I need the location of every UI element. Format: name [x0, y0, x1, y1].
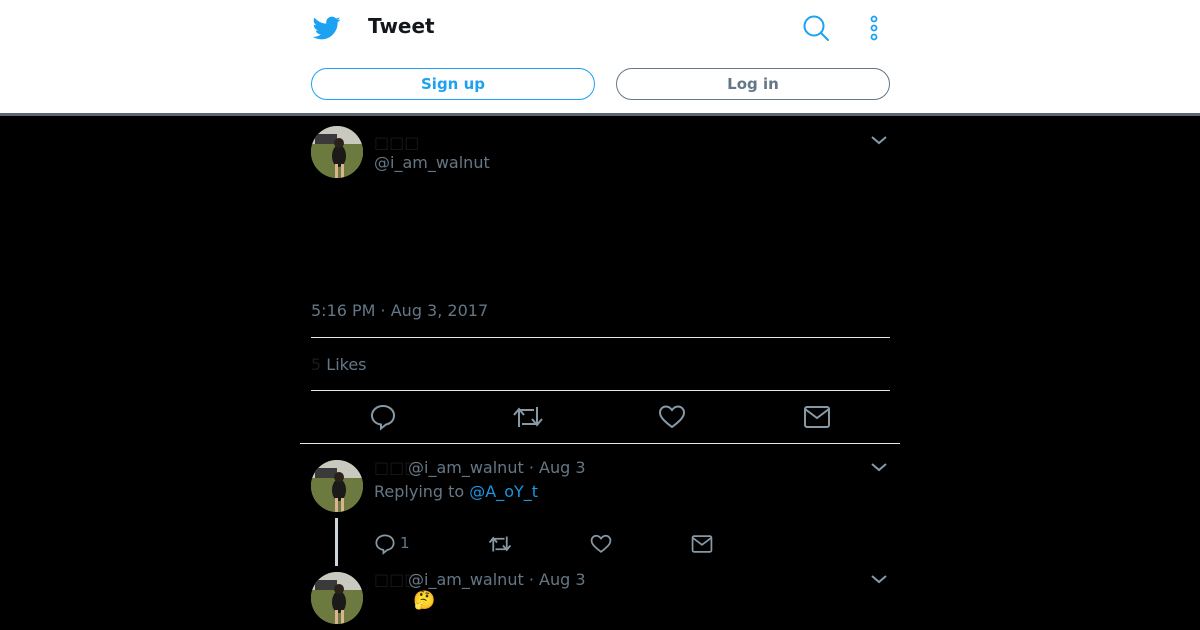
replying-prefix: Replying to: [374, 482, 465, 501]
retweet-icon[interactable]: [488, 533, 512, 555]
chevron-down-icon[interactable]: [870, 134, 888, 146]
page-title: Tweet: [368, 14, 435, 38]
replying-to: Replying to @A_oY_t: [374, 482, 538, 501]
like-icon[interactable]: [658, 403, 686, 431]
header-divider: [0, 113, 1200, 116]
likes-count[interactable]: 5 Likes: [311, 355, 367, 374]
avatar[interactable]: [311, 460, 363, 512]
search-icon[interactable]: [802, 14, 830, 42]
tweet-author-handle[interactable]: @i_am_walnut: [374, 153, 490, 172]
avatar[interactable]: [311, 572, 363, 624]
retweet-icon[interactable]: [512, 403, 544, 431]
twitter-bird-icon[interactable]: [313, 14, 341, 42]
likes-label: Likes: [326, 355, 367, 374]
avatar[interactable]: [311, 126, 363, 178]
avatar-image: [311, 126, 363, 178]
section-divider: [300, 443, 900, 444]
reply-icon[interactable]: [369, 403, 397, 431]
tweet-author-name[interactable]: □□□: [374, 133, 419, 152]
avatar-image: [311, 460, 363, 512]
thread-connector: [335, 518, 338, 566]
likes-number: 5: [311, 355, 322, 374]
message-icon[interactable]: [803, 403, 831, 431]
chevron-down-icon[interactable]: [870, 461, 888, 473]
chevron-down-icon[interactable]: [870, 573, 888, 585]
divider: [311, 337, 890, 338]
reply-date[interactable]: · Aug 3: [529, 458, 586, 477]
reply-author-handle[interactable]: @i_am_walnut · Aug 3: [408, 458, 586, 477]
reply-count: 1: [400, 534, 410, 552]
avatar-image: [311, 572, 363, 624]
reply-handle: @i_am_walnut: [408, 570, 524, 589]
reply-icon[interactable]: [374, 533, 396, 555]
reply-date[interactable]: · Aug 3: [529, 570, 586, 589]
login-button[interactable]: Log in: [616, 68, 890, 100]
like-icon[interactable]: [590, 533, 612, 555]
replying-to-link[interactable]: @A_oY_t: [469, 482, 538, 501]
tweet-timestamp[interactable]: 5:16 PM · Aug 3, 2017: [311, 301, 488, 320]
message-icon[interactable]: [691, 533, 713, 555]
more-vertical-icon[interactable]: [864, 14, 884, 42]
divider: [311, 390, 890, 391]
top-bar: Tweet Sign up Log in: [0, 0, 1200, 113]
reply-handle: @i_am_walnut: [408, 458, 524, 477]
signup-button[interactable]: Sign up: [311, 68, 595, 100]
reply-author-handle[interactable]: @i_am_walnut · Aug 3: [408, 570, 586, 589]
reply-text: 🤔: [413, 590, 436, 611]
